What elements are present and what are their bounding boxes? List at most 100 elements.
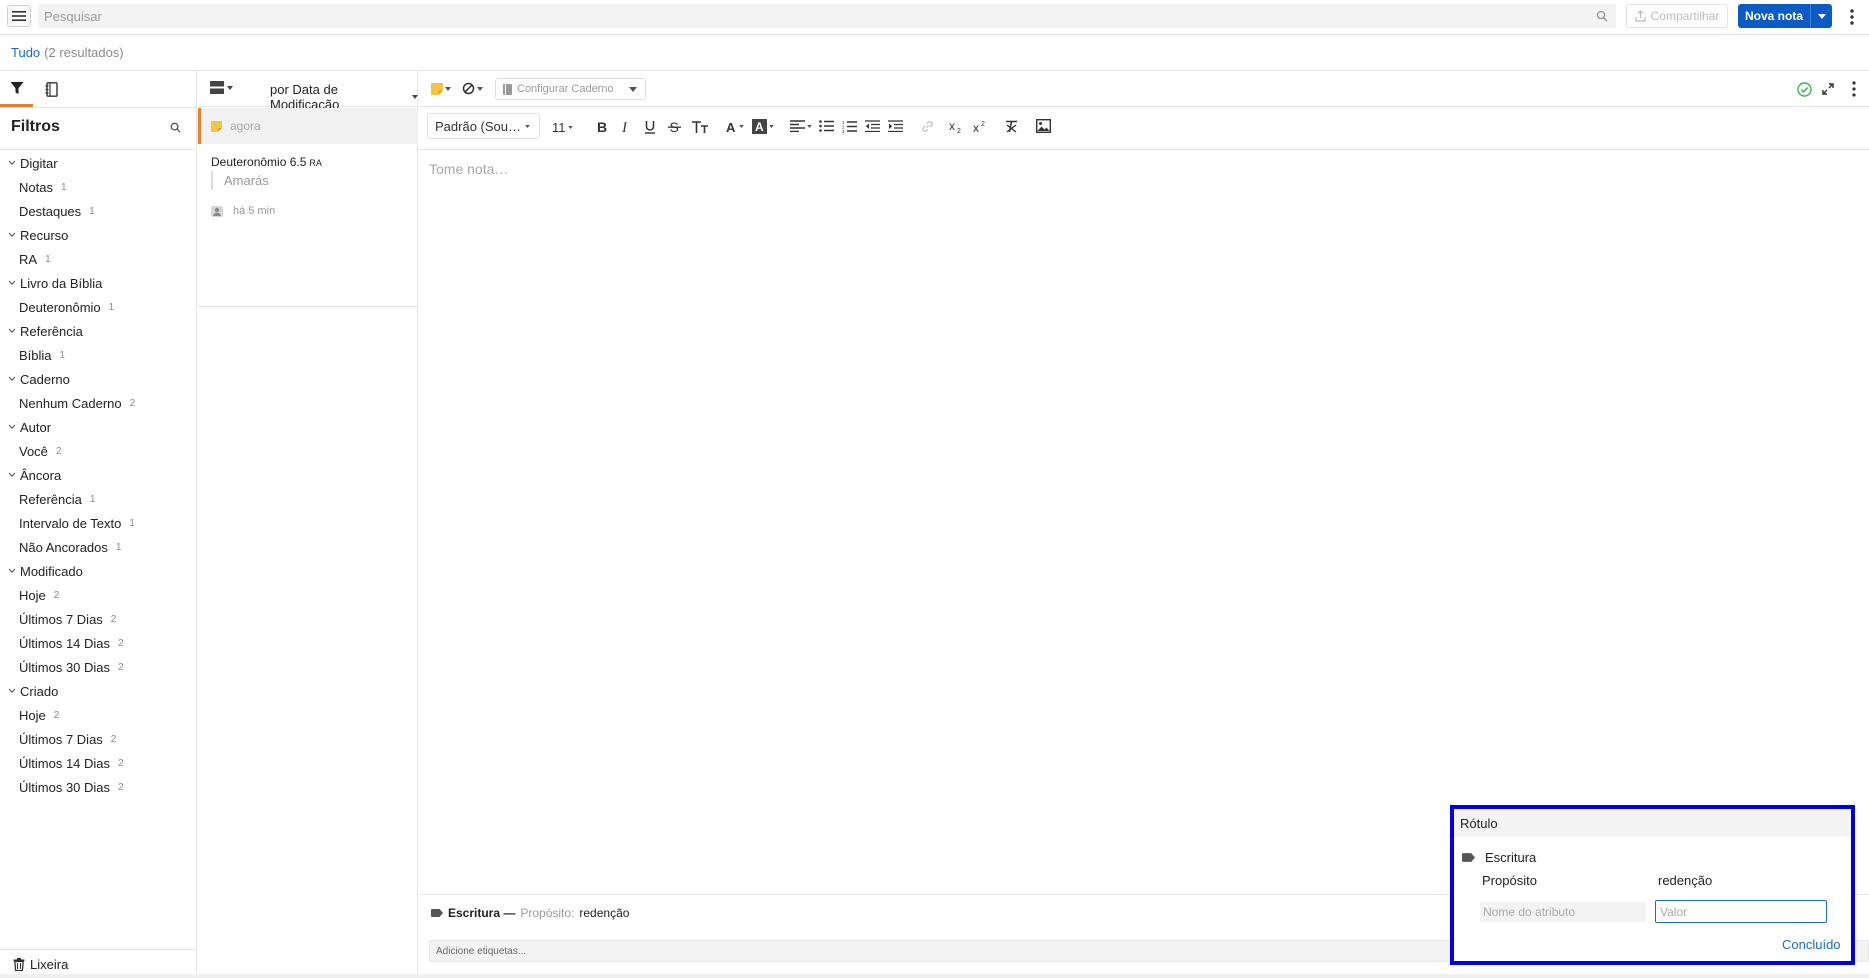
share-label: Compartilhar — [1650, 9, 1720, 23]
bold-button[interactable]: B — [596, 120, 608, 133]
divider — [0, 107, 197, 108]
insert-image-button[interactable] — [1036, 119, 1051, 133]
font-size-select[interactable]: 11 — [552, 120, 573, 135]
tab-filters[interactable] — [0, 71, 33, 107]
filter-group-created[interactable]: Criado — [0, 679, 197, 703]
filter-item[interactable]: Deuteronômio 1 — [0, 295, 197, 319]
note-list-toolbar: por Data de Modificação — [198, 71, 418, 112]
hamburger-menu-button[interactable] — [7, 5, 31, 27]
notebook-select[interactable]: Configurar Caderno — [495, 78, 646, 100]
label-summary[interactable]: Escritura — Propósito: redenção — [431, 906, 629, 920]
share-button[interactable]: Compartilhar — [1626, 4, 1728, 28]
attribute-name-input[interactable] — [1480, 902, 1646, 922]
search-icon[interactable] — [1596, 10, 1608, 22]
svg-text:2: 2 — [981, 121, 985, 128]
label-row[interactable]: Escritura — [1462, 850, 1536, 865]
attribute-key[interactable]: Propósito — [1482, 873, 1537, 888]
highlight-color-button[interactable]: A — [752, 119, 774, 134]
filter-item[interactable]: Nenhum Caderno 2 — [0, 391, 197, 415]
filter-group-label: Digitar — [20, 155, 58, 171]
expand-icon[interactable] — [1822, 83, 1834, 95]
filter-item[interactable]: Você 2 — [0, 439, 197, 463]
filter-item[interactable]: Últimos 14 Dias 2 — [0, 631, 197, 655]
indent-button[interactable] — [888, 120, 903, 132]
anchor-button[interactable] — [462, 82, 483, 95]
filter-item[interactable]: Últimos 30 Dias 2 — [0, 775, 197, 799]
italic-button[interactable]: I — [620, 120, 632, 133]
attribute-value-input[interactable] — [1655, 900, 1827, 923]
filter-group-bible-book[interactable]: Livro da Bíblia — [0, 271, 197, 295]
attribute-value[interactable]: redenção — [1658, 873, 1712, 888]
filter-item[interactable]: RA 1 — [0, 247, 197, 271]
subscript-button[interactable]: x2 — [949, 120, 965, 134]
more-options-button[interactable] — [1845, 6, 1859, 28]
filter-item[interactable]: Últimos 7 Dias 2 — [0, 607, 197, 631]
filter-item[interactable]: Referência 1 — [0, 487, 197, 511]
numbered-list-button[interactable]: 123 — [842, 120, 857, 133]
superscript-button[interactable]: x2 — [973, 120, 989, 134]
new-note-dropdown-button[interactable] — [1810, 4, 1832, 28]
search-icon[interactable] — [170, 122, 181, 133]
filter-item-label: Últimos 14 Dias — [19, 635, 111, 651]
notebook-icon — [503, 83, 512, 95]
chevron-down-icon — [412, 95, 418, 99]
filter-group-reference[interactable]: Referência — [0, 319, 197, 343]
outdent-button[interactable] — [865, 120, 880, 132]
underline-button[interactable] — [644, 120, 656, 134]
indent-icon — [888, 120, 903, 132]
underline-icon — [645, 121, 655, 134]
filter-item-count: 1 — [89, 205, 95, 217]
label-attr-value: redenção — [579, 906, 630, 920]
chevron-down-icon — [8, 568, 16, 574]
filter-item[interactable]: Intervalo de Texto 1 — [0, 511, 197, 535]
filter-icon — [10, 81, 23, 94]
filter-item-label: Você — [19, 443, 48, 459]
filter-item-label: Destaques — [19, 203, 82, 219]
filter-group-notebook[interactable]: Caderno — [0, 367, 197, 391]
strikethrough-button[interactable]: S — [668, 120, 681, 134]
filter-group-anchor[interactable]: Âncora — [0, 463, 197, 487]
bullet-list-button[interactable] — [819, 120, 834, 132]
filter-item[interactable]: Últimos 7 Dias 2 — [0, 727, 197, 751]
note-color-button[interactable] — [431, 83, 451, 95]
chevron-down-icon — [8, 232, 16, 238]
filter-group-author[interactable]: Autor — [0, 415, 197, 439]
clear-format-button[interactable] — [1005, 120, 1019, 133]
filter-tree: Digitar Notas 1 Destaques 1 Recurso RA 1 Li… — [0, 151, 197, 799]
tab-notebooks[interactable] — [36, 71, 66, 107]
trash-label: Lixeira — [30, 956, 69, 972]
filter-item[interactable]: Não Ancorados 1 — [0, 535, 197, 559]
breadcrumb: Tudo (2 resultados) — [11, 45, 124, 60]
filter-group-type[interactable]: Digitar — [0, 151, 197, 175]
filter-item[interactable]: Notas 1 — [0, 175, 197, 199]
text-size-button[interactable] — [691, 120, 709, 134]
text-color-button[interactable]: A — [725, 120, 744, 133]
filter-item[interactable]: Últimos 14 Dias 2 — [0, 751, 197, 775]
align-button[interactable] — [790, 120, 812, 132]
note-item-active[interactable]: agora — [198, 108, 418, 144]
note-title: Deuteronômio 6.5 RA — [211, 155, 322, 169]
search-input[interactable] — [44, 6, 1584, 26]
results-count: (2 resultados) — [44, 45, 124, 60]
new-note-button[interactable]: Nova nota — [1738, 4, 1810, 28]
filter-item-label: Últimos 30 Dias — [19, 659, 111, 675]
vertical-dots-icon[interactable] — [1852, 81, 1856, 97]
view-mode-button[interactable] — [210, 81, 233, 94]
filter-group-modified[interactable]: Modificado — [0, 559, 197, 583]
share-icon — [1635, 10, 1646, 22]
note-body[interactable]: Tome nota… — [429, 161, 508, 177]
link-button[interactable] — [921, 120, 934, 133]
chevron-down-icon — [8, 160, 16, 166]
filter-group-resource[interactable]: Recurso — [0, 223, 197, 247]
filter-item[interactable]: Bíblia 1 — [0, 343, 197, 367]
filter-item[interactable]: Destaques 1 — [0, 199, 197, 223]
scope-link[interactable]: Tudo — [11, 45, 40, 60]
filter-item[interactable]: Hoje 2 — [0, 703, 197, 727]
bottom-edge — [0, 974, 1869, 978]
font-family-select[interactable]: Padrão (Sou… — [427, 113, 540, 139]
filter-item[interactable]: Hoje 2 — [0, 583, 197, 607]
filter-item-label: Bíblia — [19, 347, 52, 363]
filter-item[interactable]: Últimos 30 Dias 2 — [0, 655, 197, 679]
chevron-down-icon — [227, 85, 233, 90]
done-button[interactable]: Concluído — [1782, 937, 1841, 952]
